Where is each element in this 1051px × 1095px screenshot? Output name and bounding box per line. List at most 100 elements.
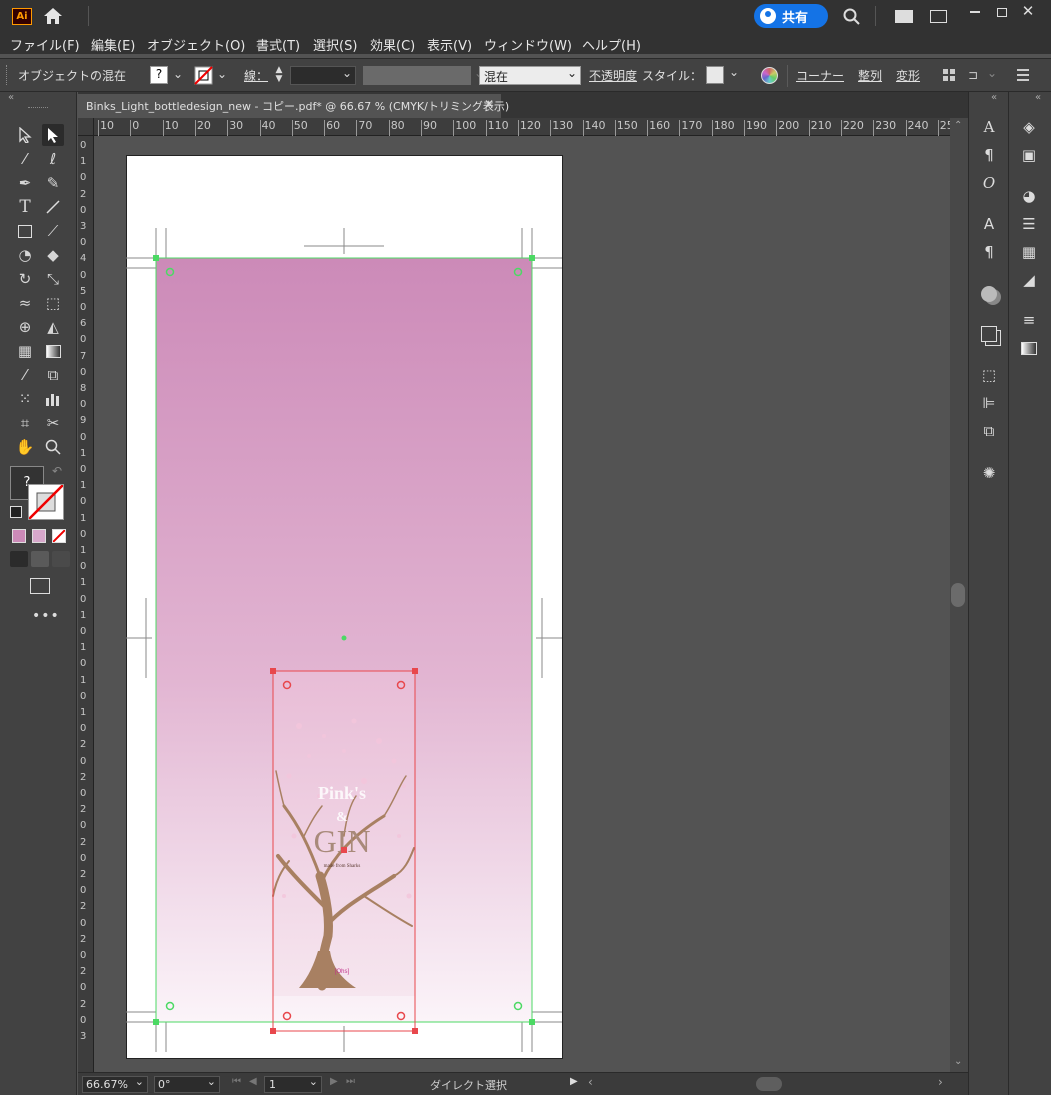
stroke-panel-icon[interactable]: ≡	[1018, 309, 1040, 331]
menu-select[interactable]: 選択(S)	[313, 35, 357, 54]
menu-file[interactable]: ファイル(F)	[10, 35, 80, 54]
arrange-documents-icon[interactable]	[895, 10, 913, 23]
transform-panel-icon[interactable]: ⬚	[978, 364, 1000, 386]
character-styles-icon[interactable]: A	[978, 213, 1000, 235]
panel-menu-icon[interactable]	[1017, 69, 1029, 81]
scroll-up-arrow[interactable]: ⌃	[954, 120, 962, 131]
gradient-mode-button[interactable]	[32, 529, 46, 543]
search-icon[interactable]	[843, 8, 861, 26]
pen-tool-icon[interactable]: ✒	[14, 172, 36, 194]
layers-icon[interactable]: ◈	[1018, 116, 1040, 138]
gradient-tool-icon[interactable]	[42, 340, 64, 362]
fill-swatch[interactable]: ? ⌄	[149, 66, 187, 85]
libraries-icon[interactable]: ▣	[1018, 144, 1040, 166]
free-transform-tool-icon[interactable]: ⬚	[42, 292, 64, 314]
horizontal-scroll-thumb[interactable]	[756, 1077, 782, 1091]
align-label[interactable]: 整列	[858, 67, 882, 84]
opacity-label[interactable]: 不透明度	[589, 67, 637, 84]
lasso-tool-icon[interactable]: ℓ	[42, 148, 64, 170]
recolor-artwork-icon[interactable]	[761, 67, 778, 84]
rotation-select[interactable]: 0° ⌄	[154, 1075, 220, 1093]
shape-builder-tool-icon[interactable]: ⊕	[14, 316, 36, 338]
symbol-sprayer-tool-icon[interactable]: ⁙	[14, 388, 36, 410]
collapse-panel-icon[interactable]: «	[1035, 92, 1041, 103]
slice-tool-icon[interactable]: ✂	[42, 412, 64, 434]
ruler-corner[interactable]	[78, 118, 94, 136]
direct-selection-tool-icon[interactable]	[42, 124, 64, 146]
maximize-button[interactable]	[994, 4, 1010, 20]
curvature-tool-icon[interactable]: ✎	[42, 172, 64, 194]
appearance-icon[interactable]: ✺	[978, 462, 1000, 484]
paragraph-styles-icon[interactable]: ¶	[978, 241, 1000, 263]
color-guide-icon[interactable]: ◢	[1018, 269, 1040, 291]
vertical-ruler[interactable]: 0 1 0 2 0 3 0 4 0 5 0 6 0 7 0 8 0 9 0 1 0 1 0 1 0 1 0 1 0 1 0 1 0 1 0 1 0 2 0 2…	[78, 136, 94, 1072]
artboards-panel-icon[interactable]: ⧉	[978, 420, 1000, 442]
stroke-weight-stepper[interactable]: ▲ ▼	[272, 66, 286, 85]
chevron-down-icon[interactable]: ⌄	[987, 66, 997, 80]
menu-edit[interactable]: 編集(E)	[91, 35, 135, 54]
corner-label[interactable]: コーナー	[796, 67, 844, 84]
none-mode-button[interactable]	[52, 529, 66, 543]
color-icon[interactable]: ◕	[1018, 185, 1040, 207]
draw-inside-icon[interactable]	[52, 551, 70, 567]
variable-width-profile[interactable]: ⌄	[363, 66, 484, 85]
stroke-swatch[interactable]: ⌄	[193, 66, 231, 85]
transparency-icon[interactable]	[978, 283, 1000, 305]
home-icon[interactable]	[43, 7, 63, 25]
menu-view[interactable]: 表示(V)	[427, 35, 472, 54]
scroll-left-arrow[interactable]: ‹	[588, 1075, 593, 1089]
character-icon[interactable]: A	[978, 116, 1000, 138]
pathfinder-icon[interactable]	[978, 323, 1000, 345]
previous-artboard-icon[interactable]: ◀	[249, 1076, 257, 1087]
menu-help[interactable]: ヘルプ(H)	[582, 35, 641, 54]
next-artboard-icon[interactable]: ▶	[330, 1076, 338, 1087]
paintbrush-tool-icon[interactable]: ⟋	[42, 220, 64, 242]
minimize-button[interactable]	[967, 4, 983, 20]
first-artboard-icon[interactable]: ⏮	[232, 1076, 241, 1087]
default-colors-icon[interactable]	[10, 506, 22, 518]
collapse-panel-icon[interactable]: «	[8, 92, 14, 103]
grip-handle[interactable]	[28, 107, 48, 109]
artboard-tool-icon[interactable]: ⌗	[14, 412, 36, 434]
draw-behind-icon[interactable]	[31, 551, 49, 567]
arrange-icon[interactable]: ⊐	[968, 68, 984, 82]
rectangle-tool-icon[interactable]	[14, 220, 36, 242]
swap-fill-stroke-icon[interactable]: ↶	[52, 464, 62, 478]
properties-icon[interactable]: ☰	[1018, 213, 1040, 235]
collapse-panel-icon[interactable]: «	[991, 92, 997, 103]
zoom-tool-icon[interactable]	[42, 436, 64, 458]
share-button[interactable]: 共有	[754, 4, 828, 28]
more-tools-icon[interactable]: •••	[32, 608, 60, 624]
document-canvas[interactable]: Pink's & GIN made from Sharks [Ohs]	[94, 136, 950, 1072]
stroke-weight-input[interactable]: ⌄	[290, 66, 356, 85]
magic-wand-tool-icon[interactable]: ⁄	[14, 148, 36, 170]
eyedropper-tool-icon[interactable]: ⁄	[14, 364, 36, 386]
swatches-icon[interactable]: ▦	[1018, 241, 1040, 263]
opentype-icon[interactable]: O	[978, 172, 1000, 194]
perspective-grid-tool-icon[interactable]: ◭	[42, 316, 64, 338]
menu-type[interactable]: 書式(T)	[256, 35, 300, 54]
graphic-style-swatch[interactable]: ⌄	[705, 65, 745, 85]
last-artboard-icon[interactable]: ⏭	[346, 1076, 355, 1087]
align-panel-icon[interactable]: ⊫	[978, 392, 1000, 414]
menu-object[interactable]: オブジェクト(O)	[147, 35, 245, 54]
scale-tool-icon[interactable]: ⤡	[42, 268, 64, 290]
status-menu-arrow[interactable]: ▶	[570, 1076, 578, 1087]
rotate-tool-icon[interactable]: ↻	[14, 268, 36, 290]
menu-window[interactable]: ウィンドウ(W)	[484, 35, 572, 54]
close-tab-icon[interactable]: ✕	[484, 97, 494, 111]
zoom-select[interactable]: 66.67% ⌄	[82, 1075, 148, 1093]
width-tool-icon[interactable]: ≈	[14, 292, 36, 314]
workspace-icon[interactable]	[930, 10, 947, 23]
mesh-tool-icon[interactable]: ▦	[14, 340, 36, 362]
vertical-scrollbar[interactable]: ⌃ ⌄	[950, 118, 968, 1072]
gradient-panel-icon[interactable]	[1018, 337, 1040, 359]
scroll-down-arrow[interactable]: ⌄	[954, 1056, 962, 1067]
line-tool-icon[interactable]	[42, 196, 64, 218]
horizontal-ruler[interactable]: 10 0 10 20 30 40 50 60 70 80 90 100 110 120 130 140 150 1…	[94, 118, 954, 136]
isolate-icon[interactable]	[943, 69, 955, 81]
screen-mode-icon[interactable]	[30, 578, 50, 594]
paragraph-icon[interactable]: ¶	[978, 144, 1000, 166]
illustrator-logo[interactable]: Ai	[12, 8, 32, 25]
hand-tool-icon[interactable]: ✋	[14, 436, 36, 458]
